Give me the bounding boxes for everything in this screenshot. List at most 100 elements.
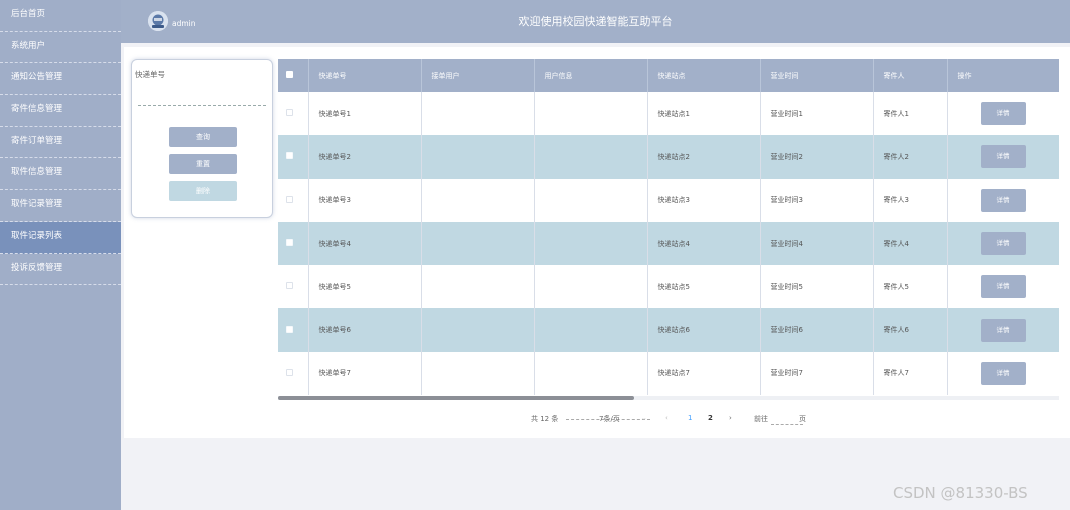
select-all-checkbox[interactable] xyxy=(286,71,293,78)
column-header: 接单用户 xyxy=(421,59,535,92)
row-checkbox[interactable] xyxy=(286,152,293,160)
cell-info xyxy=(534,135,648,179)
page-size-select[interactable]: 7条/页 ⌄ xyxy=(566,414,650,423)
detail-button[interactable]: 详情 xyxy=(980,145,1026,169)
delete-button[interactable]: 删除 xyxy=(169,181,237,201)
cell-sender: 寄件人5 xyxy=(873,265,948,309)
sidebar-item-send-info[interactable]: 寄件信息管理 xyxy=(0,95,121,127)
cell-tracking-no: 快递单号7 xyxy=(308,351,422,396)
row-select-cell[interactable] xyxy=(278,92,309,136)
row-select-cell[interactable] xyxy=(278,351,309,396)
cell-sender: 寄件人1 xyxy=(873,92,948,136)
cell-user xyxy=(421,265,535,309)
cell-sender: 寄件人2 xyxy=(873,135,948,179)
row-checkbox[interactable] xyxy=(286,282,293,290)
sidebar-item-system-users[interactable]: 系统用户 xyxy=(0,32,121,64)
sidebar-item-label: 取件信息管理 xyxy=(11,167,63,178)
row-checkbox[interactable] xyxy=(286,368,293,376)
search-field-label: 快递单号 xyxy=(135,70,165,79)
cell-user xyxy=(421,92,535,136)
cell-user xyxy=(421,351,535,396)
row-checkbox[interactable] xyxy=(286,325,293,333)
sidebar-item-pickup-record-list[interactable]: 取件记录列表 xyxy=(0,221,121,254)
detail-button[interactable]: 详情 xyxy=(980,102,1026,126)
sidebar-item-label: 投诉反馈管理 xyxy=(11,262,63,273)
sidebar-item-pickup-info[interactable]: 取件信息管理 xyxy=(0,158,121,191)
cell-info xyxy=(534,178,648,222)
cell-actions: 详情 xyxy=(947,221,1059,266)
cell-station: 快递站点2 xyxy=(647,135,761,179)
cell-info xyxy=(534,308,648,352)
cell-info xyxy=(534,92,648,136)
column-header: 营业时间 xyxy=(760,59,874,92)
row-select-cell[interactable] xyxy=(278,221,309,266)
table-row: 快递单号2 快递站点2 营业时间2 寄件人2 详情 xyxy=(278,135,1059,179)
sidebar-item-send-orders[interactable]: 寄件订单管理 xyxy=(0,127,121,159)
column-header: 操作 xyxy=(947,59,1059,92)
scrollbar-thumb[interactable] xyxy=(278,396,634,400)
table-header-row: 快递单号 接单用户 用户信息 快递站点 营业时间 寄件人 操作 xyxy=(278,59,1059,92)
row-select-cell[interactable] xyxy=(278,265,309,309)
cell-hours: 营业时间5 xyxy=(760,265,874,309)
cell-actions: 详情 xyxy=(947,178,1059,222)
reset-button[interactable]: 重置 xyxy=(169,154,237,174)
goto-label: 前往 xyxy=(754,415,768,423)
table-horizontal-scrollbar[interactable] xyxy=(278,396,1059,401)
sidebar-item-label: 寄件订单管理 xyxy=(11,135,63,146)
detail-button[interactable]: 详情 xyxy=(980,188,1026,212)
cell-station: 快递站点7 xyxy=(647,351,761,396)
sidebar-item-label: 后台首页 xyxy=(11,9,46,19)
detail-button[interactable]: 详情 xyxy=(980,318,1026,342)
sidebar-item-complaints[interactable]: 投诉反馈管理 xyxy=(0,254,121,286)
column-header: 快递站点 xyxy=(647,59,761,92)
sidebar-item-notice[interactable]: 通知公告管理 xyxy=(0,63,121,96)
row-checkbox[interactable] xyxy=(286,239,293,247)
sidebar: 后台首页 系统用户 通知公告管理 寄件信息管理 寄件订单管理 取件信息管理 取件… xyxy=(0,0,121,510)
sidebar-item-pickup-records[interactable]: 取件记录管理 xyxy=(0,190,121,222)
cell-station: 快递站点4 xyxy=(647,221,761,266)
select-all-cell[interactable] xyxy=(278,59,309,92)
column-header: 快递单号 xyxy=(308,59,422,92)
records-table: 快递单号 接单用户 用户信息 快递站点 营业时间 寄件人 操作 快递单号1 快递… xyxy=(278,59,1059,399)
cell-station: 快递站点5 xyxy=(647,265,761,309)
chevron-left-icon[interactable]: ‹ xyxy=(665,414,668,422)
cell-actions: 详情 xyxy=(947,92,1059,136)
row-select-cell[interactable] xyxy=(278,135,309,179)
sidebar-item-home[interactable]: 后台首页 xyxy=(0,0,121,32)
cell-info xyxy=(534,221,648,266)
page-number-2[interactable]: 2 xyxy=(708,414,713,422)
column-header: 寄件人 xyxy=(873,59,948,92)
cell-info xyxy=(534,265,648,309)
sidebar-item-label: 系统用户 xyxy=(11,40,46,51)
sidebar-item-label: 取件记录管理 xyxy=(11,199,63,210)
row-select-cell[interactable] xyxy=(278,308,309,352)
cell-user xyxy=(421,308,535,352)
cell-actions: 详情 xyxy=(947,135,1059,179)
row-checkbox[interactable] xyxy=(286,109,293,117)
row-checkbox[interactable] xyxy=(286,195,293,203)
page-number-1[interactable]: 1 xyxy=(688,414,692,422)
cell-hours: 营业时间3 xyxy=(760,178,874,222)
detail-button[interactable]: 详情 xyxy=(980,275,1026,299)
table-row: 快递单号7 快递站点7 营业时间7 寄件人7 详情 xyxy=(278,351,1059,396)
cell-hours: 营业时间6 xyxy=(760,308,874,352)
search-button[interactable]: 查询 xyxy=(169,127,237,147)
cell-user xyxy=(421,178,535,222)
cell-station: 快递站点1 xyxy=(647,92,761,136)
cell-sender: 寄件人7 xyxy=(873,351,948,396)
cell-actions: 详情 xyxy=(947,265,1059,309)
chevron-right-icon[interactable]: › xyxy=(729,414,732,422)
records-table-grid: 快递单号 接单用户 用户信息 快递站点 营业时间 寄件人 操作 快递单号1 快递… xyxy=(278,59,1059,396)
top-header: admin 欢迎使用校园快递智能互助平台 xyxy=(121,0,1070,43)
detail-button[interactable]: 详情 xyxy=(980,232,1026,256)
tracking-number-input[interactable] xyxy=(138,84,266,106)
cell-sender: 寄件人3 xyxy=(873,178,948,222)
table-row: 快递单号3 快递站点3 营业时间3 寄件人3 详情 xyxy=(278,178,1059,222)
cell-tracking-no: 快递单号5 xyxy=(308,265,422,309)
cell-tracking-no: 快递单号4 xyxy=(308,221,422,266)
row-select-cell[interactable] xyxy=(278,178,309,222)
cell-hours: 营业时间2 xyxy=(760,135,874,179)
cell-tracking-no: 快递单号1 xyxy=(308,92,422,136)
detail-button[interactable]: 详情 xyxy=(980,361,1026,385)
table-row: 快递单号5 快递站点5 营业时间5 寄件人5 详情 xyxy=(278,265,1059,309)
